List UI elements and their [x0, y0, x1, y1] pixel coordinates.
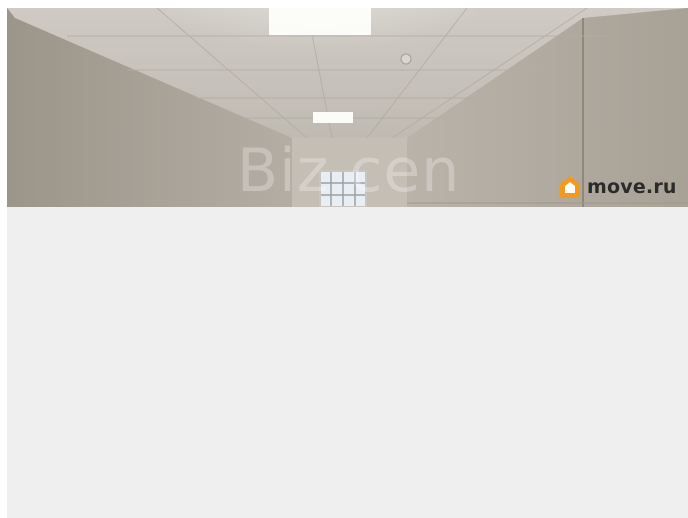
brand-logo[interactable]: move.ru	[559, 174, 677, 200]
brand-logo-text: move.ru	[587, 176, 677, 198]
empty-content-area	[7, 207, 688, 518]
office-photo[interactable]: Biz cen move.ru	[7, 8, 688, 207]
house-icon	[560, 176, 580, 198]
watermark-text: Biz cen	[237, 136, 461, 206]
listing-image-frame: Biz cen move.ru	[7, 8, 688, 518]
